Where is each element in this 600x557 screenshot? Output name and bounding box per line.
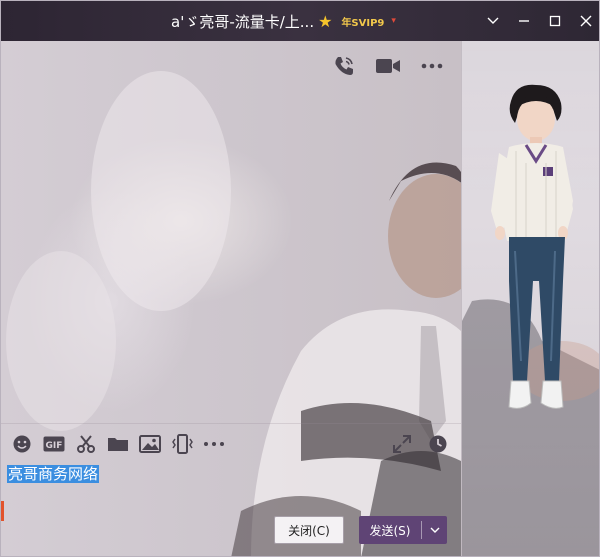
window-controls bbox=[477, 1, 599, 41]
send-button[interactable]: 发送(S) bbox=[359, 516, 447, 544]
vip-badge: 年SVIP9 bbox=[341, 17, 385, 29]
star-icon: ★ bbox=[318, 11, 333, 31]
input-toolbar-right bbox=[391, 433, 449, 455]
gif-icon[interactable]: GIF bbox=[43, 433, 65, 455]
svg-text:GIF: GIF bbox=[46, 441, 63, 451]
chevron-down-icon[interactable] bbox=[477, 1, 508, 41]
message-input[interactable]: 亮哥商务网络 bbox=[7, 463, 447, 511]
more-icon[interactable] bbox=[203, 433, 225, 455]
chat-window: a'ゞ亮哥-流量卡/上... ★ 年SVIP9 ▾ GIF 亮哥商务网络 关闭(… bbox=[0, 0, 600, 557]
left-edge-strip bbox=[1, 501, 4, 521]
title-bar: a'ゞ亮哥-流量卡/上... ★ 年SVIP9 ▾ bbox=[1, 1, 599, 41]
more-icon[interactable] bbox=[419, 53, 445, 79]
selected-message-text: 亮哥商务网络 bbox=[7, 465, 100, 483]
send-button-label[interactable]: 发送(S) bbox=[359, 522, 421, 539]
history-clock-icon[interactable] bbox=[427, 433, 449, 455]
expand-icon[interactable] bbox=[391, 433, 413, 455]
shake-icon[interactable] bbox=[171, 433, 193, 455]
title-area: a'ゞ亮哥-流量卡/上... ★ 年SVIP9 ▾ bbox=[171, 1, 396, 41]
chat-top-toolbar bbox=[331, 53, 445, 79]
close-icon[interactable] bbox=[570, 1, 599, 41]
screenshot-scissors-icon[interactable] bbox=[75, 433, 97, 455]
window-title: a'ゞ亮哥-流量卡/上... bbox=[171, 12, 315, 31]
chevron-down-icon[interactable] bbox=[422, 527, 447, 533]
notification-dot-icon: ▾ bbox=[391, 16, 396, 26]
emoji-icon[interactable] bbox=[11, 433, 33, 455]
minimize-icon[interactable] bbox=[508, 1, 539, 41]
phone-call-icon[interactable] bbox=[331, 53, 357, 79]
close-button[interactable]: 关闭(C) bbox=[274, 516, 344, 544]
input-divider bbox=[1, 423, 461, 424]
video-call-icon[interactable] bbox=[375, 53, 401, 79]
maximize-icon[interactable] bbox=[539, 1, 570, 41]
show-avatar-figure[interactable] bbox=[481, 81, 591, 421]
image-icon[interactable] bbox=[139, 433, 161, 455]
input-toolbar: GIF bbox=[11, 433, 225, 455]
folder-icon[interactable] bbox=[107, 433, 129, 455]
